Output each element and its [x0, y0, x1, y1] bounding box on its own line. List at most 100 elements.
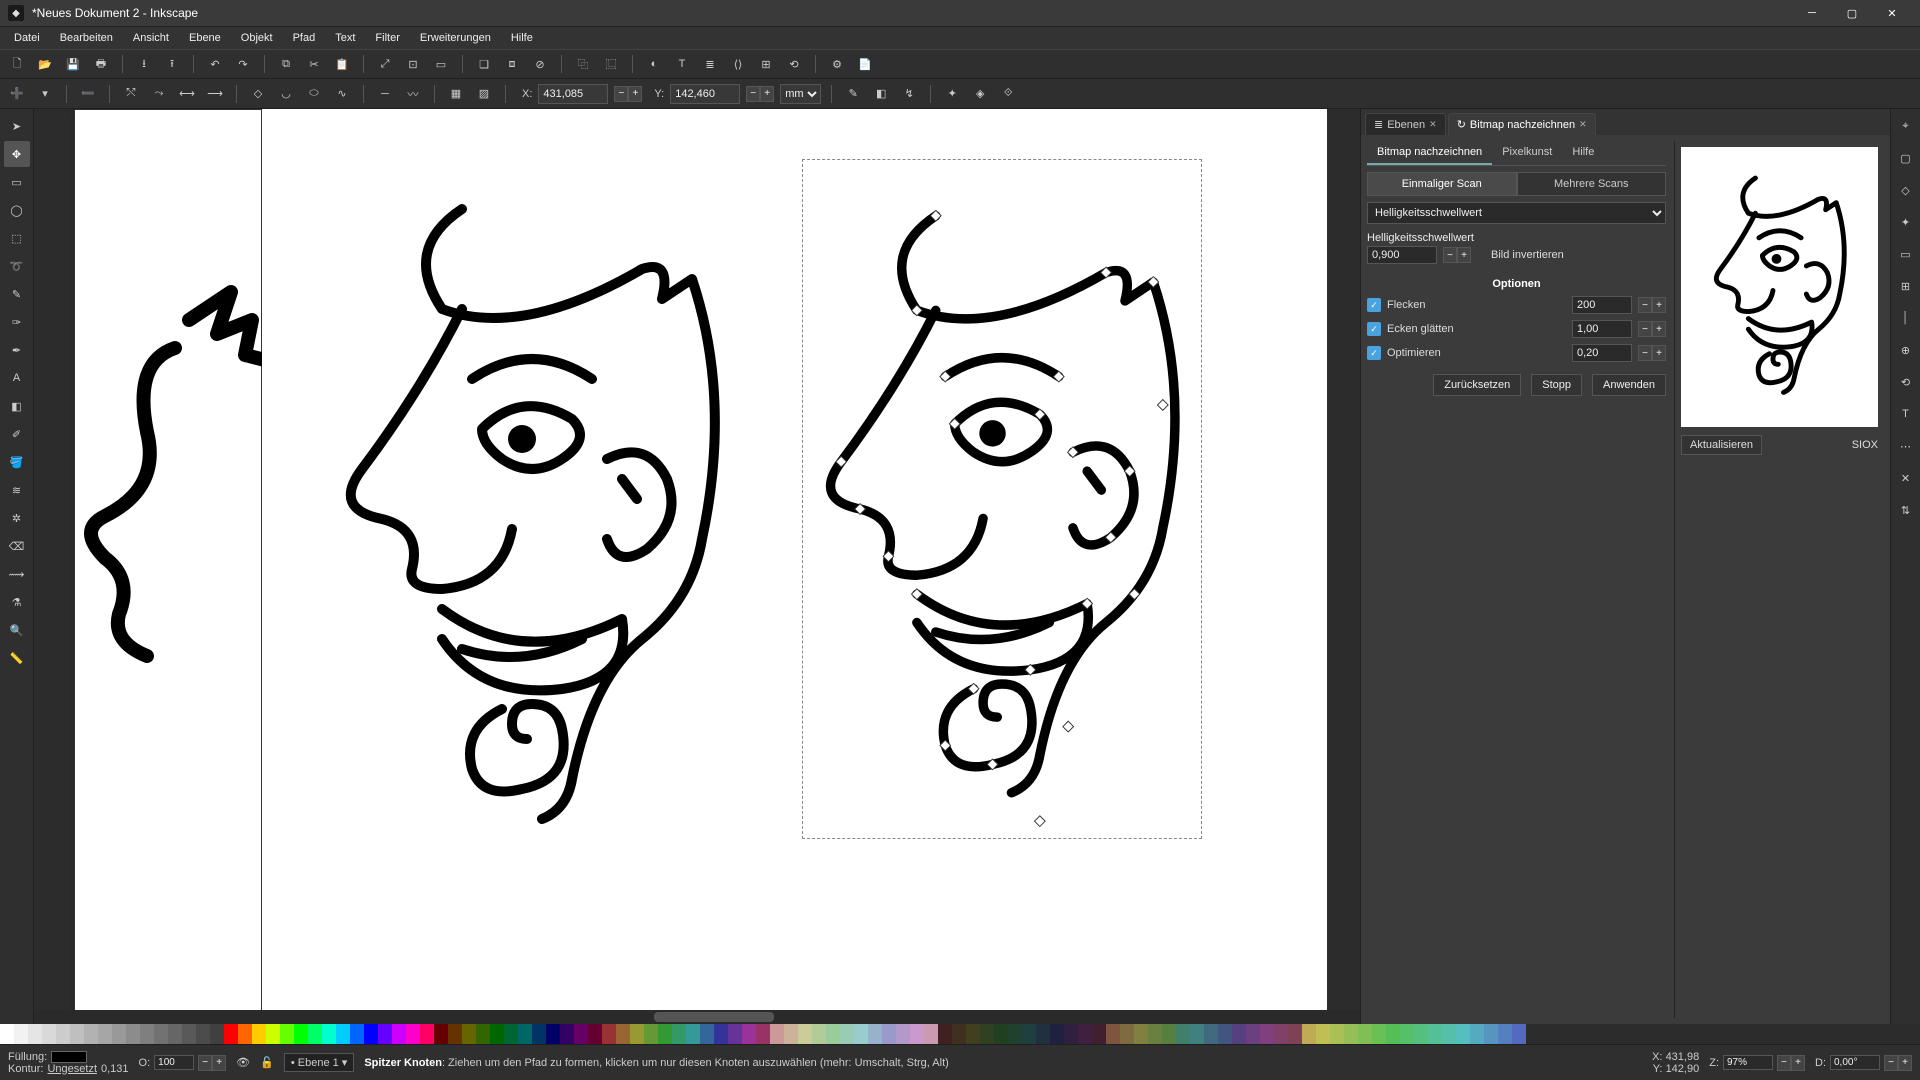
palette-swatch[interactable]	[728, 1024, 742, 1044]
show-outline-icon[interactable]: ◈	[969, 83, 991, 105]
palette-swatch[interactable]	[322, 1024, 336, 1044]
reset-button[interactable]: Zurücksetzen	[1433, 374, 1521, 396]
palette-swatch[interactable]	[1162, 1024, 1176, 1044]
lock-icon[interactable]: 🔓	[260, 1056, 274, 1069]
palette-swatch[interactable]	[1260, 1024, 1274, 1044]
palette-swatch[interactable]	[1022, 1024, 1036, 1044]
palette-swatch[interactable]	[602, 1024, 616, 1044]
palette-swatch[interactable]	[1078, 1024, 1092, 1044]
palette-swatch[interactable]	[224, 1024, 238, 1044]
palette-swatch[interactable]	[1288, 1024, 1302, 1044]
palette-swatch[interactable]	[392, 1024, 406, 1044]
palette-swatch[interactable]	[798, 1024, 812, 1044]
menu-layer[interactable]: Ebene	[181, 29, 229, 47]
optimize-input[interactable]	[1572, 344, 1632, 362]
measure-tool[interactable]: 📏	[4, 645, 30, 671]
zoom-drawing-icon[interactable]: ⊡	[402, 53, 424, 75]
node-symmetric-icon[interactable]: ⬭	[303, 83, 325, 105]
palette-swatch[interactable]	[826, 1024, 840, 1044]
palette-swatch[interactable]	[756, 1024, 770, 1044]
optimize-checkbox[interactable]: ✓	[1367, 346, 1381, 360]
palette-swatch[interactable]	[966, 1024, 980, 1044]
threshold-spinner[interactable]: −+	[1443, 247, 1471, 263]
snap-grid-icon[interactable]: ⊞	[1895, 275, 1917, 297]
snap-midpoint-icon[interactable]: ⋯	[1895, 435, 1917, 457]
spiral-tool[interactable]: ➰	[4, 253, 30, 279]
update-button[interactable]: Aktualisieren	[1681, 435, 1762, 455]
canvas-area[interactable]	[34, 109, 1360, 1024]
node-join-seg-icon[interactable]: ⟷	[176, 83, 198, 105]
scan-multiple[interactable]: Mehrere Scans	[1517, 172, 1667, 196]
palette-swatch[interactable]	[812, 1024, 826, 1044]
spray-tool[interactable]: ✲	[4, 505, 30, 531]
menu-file[interactable]: Datei	[6, 29, 48, 47]
palette-swatch[interactable]	[56, 1024, 70, 1044]
threshold-input[interactable]	[1367, 246, 1437, 264]
zoom-page-icon[interactable]: ▭	[430, 53, 452, 75]
palette-swatch[interactable]	[0, 1024, 14, 1044]
visibility-icon[interactable]: 👁	[236, 1056, 250, 1069]
smooth-spinner[interactable]: −+	[1638, 321, 1666, 337]
palette-swatch[interactable]	[406, 1024, 420, 1044]
scan-single[interactable]: Einmaliger Scan	[1367, 172, 1517, 196]
seg-line-icon[interactable]: ─	[374, 83, 396, 105]
palette-swatch[interactable]	[1232, 1024, 1246, 1044]
palette-swatch[interactable]	[686, 1024, 700, 1044]
palette-swatch[interactable]	[770, 1024, 784, 1044]
layers-icon[interactable]: ≣	[699, 53, 721, 75]
palette-swatch[interactable]	[994, 1024, 1008, 1044]
palette-swatch[interactable]	[672, 1024, 686, 1044]
speckles-checkbox[interactable]: ✓	[1367, 298, 1381, 312]
palette-swatch[interactable]	[1316, 1024, 1330, 1044]
palette-swatch[interactable]	[658, 1024, 672, 1044]
palette-swatch[interactable]	[266, 1024, 280, 1044]
opacity-spinner[interactable]: −+	[198, 1055, 226, 1071]
palette-swatch[interactable]	[1456, 1024, 1470, 1044]
palette-swatch[interactable]	[938, 1024, 952, 1044]
subtab-pixelart[interactable]: Pixelkunst	[1492, 141, 1562, 165]
unlink-clone-icon[interactable]: ⊘	[529, 53, 551, 75]
palette-swatch[interactable]	[1358, 1024, 1372, 1044]
speckles-spinner[interactable]: −+	[1638, 297, 1666, 313]
palette-swatch[interactable]	[1148, 1024, 1162, 1044]
snap-distribute-icon[interactable]: ⇅	[1895, 499, 1917, 521]
palette-swatch[interactable]	[1064, 1024, 1078, 1044]
node-tool[interactable]: ✥	[4, 141, 30, 167]
palette-swatch[interactable]	[1372, 1024, 1386, 1044]
import-icon[interactable]: ⭳	[133, 53, 155, 75]
color-palette[interactable]	[0, 1024, 1920, 1044]
palette-swatch[interactable]	[1050, 1024, 1064, 1044]
palette-swatch[interactable]	[476, 1024, 490, 1044]
palette-swatch[interactable]	[14, 1024, 28, 1044]
bezier-tool[interactable]: ✑	[4, 309, 30, 335]
open-icon[interactable]: 📂	[34, 53, 56, 75]
palette-swatch[interactable]	[854, 1024, 868, 1044]
palette-swatch[interactable]	[532, 1024, 546, 1044]
palette-swatch[interactable]	[1176, 1024, 1190, 1044]
palette-swatch[interactable]	[1414, 1024, 1428, 1044]
ungroup-icon[interactable]: ⿺	[600, 53, 622, 75]
palette-swatch[interactable]	[1134, 1024, 1148, 1044]
palette-swatch[interactable]	[70, 1024, 84, 1044]
palette-swatch[interactable]	[1274, 1024, 1288, 1044]
palette-swatch[interactable]	[140, 1024, 154, 1044]
dropper-tool[interactable]: ✐	[4, 421, 30, 447]
palette-swatch[interactable]	[868, 1024, 882, 1044]
snap-bbox-icon[interactable]: ▢	[1895, 147, 1917, 169]
menu-edit[interactable]: Bearbeiten	[52, 29, 121, 47]
palette-swatch[interactable]	[700, 1024, 714, 1044]
palette-swatch[interactable]	[154, 1024, 168, 1044]
palette-swatch[interactable]	[1302, 1024, 1316, 1044]
palette-swatch[interactable]	[742, 1024, 756, 1044]
palette-swatch[interactable]	[308, 1024, 322, 1044]
stop-button[interactable]: Stopp	[1531, 374, 1582, 396]
palette-swatch[interactable]	[168, 1024, 182, 1044]
menu-object[interactable]: Objekt	[233, 29, 281, 47]
doc-props-icon[interactable]: 📄	[854, 53, 876, 75]
show-clip-icon[interactable]: ✎	[842, 83, 864, 105]
palette-swatch[interactable]	[1428, 1024, 1442, 1044]
text-props-icon[interactable]: T	[671, 53, 693, 75]
palette-swatch[interactable]	[252, 1024, 266, 1044]
close-icon[interactable]: ✕	[1579, 119, 1587, 130]
menu-view[interactable]: Ansicht	[125, 29, 177, 47]
